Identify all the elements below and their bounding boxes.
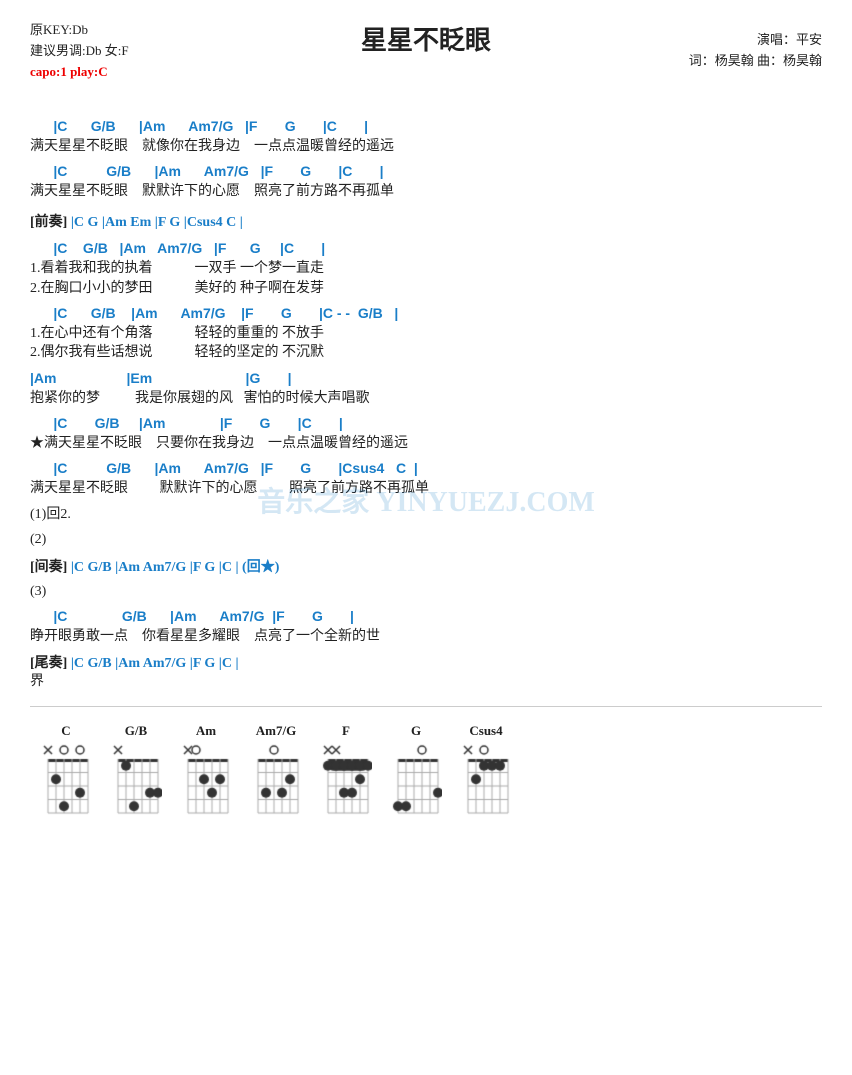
lyric-chorus-2: 满天星星不眨眼 默默许下的心愿 照亮了前方路不再孤单 <box>30 479 822 499</box>
section-chorus-2: |C G/B |Am Am7/G |F G |Csus4 C | 满天星星不眨眼… <box>30 459 822 498</box>
lyric-outro: 界 <box>30 672 822 692</box>
chord-line-intro-2: |C G/B |Am Am7/G |F G |C | <box>30 162 822 182</box>
section-am: |Am |Em |G | 抱紧你的梦 我是你展翅的风 害怕的时候大声唱歌 <box>30 369 822 408</box>
credits: 词：杨昊翰 曲：杨昊翰 <box>689 51 822 72</box>
repeat-2-text: (2) <box>30 530 822 550</box>
interlude-label: [间奏] |C G/B |Am Am7/G |F G |C | (回★) <box>30 556 822 576</box>
lyric-verse-2b: 2.偶尔我有些话想说 轻轻的坚定的 不沉默 <box>30 343 822 363</box>
chord-bridge: |C G/B |Am Am7/G |F G | <box>30 607 822 627</box>
chord-grid-C <box>40 743 92 817</box>
chord-name-Csus4: Csus4 <box>469 723 502 739</box>
section-prelude: [前奏] |C G |Am Em |F G |Csus4 C | <box>30 211 822 231</box>
capo-info: capo:1 play:C <box>30 62 129 83</box>
chord-name-Am: Am <box>196 723 216 739</box>
outro-label: [尾奏] |C G/B |Am Am7/G |F G |C | <box>30 652 822 672</box>
chord-diagram-F: F <box>320 723 372 817</box>
chord-diagram-Am7G: Am7/G <box>250 723 302 817</box>
chord-grid-GB <box>110 743 162 817</box>
chord-name-C: C <box>61 723 70 739</box>
chord-name-F: F <box>342 723 350 739</box>
repeat-1-text: (1)回2. <box>30 505 822 525</box>
lyric-verse-1b: 2.在胸口小小的梦田 美好的 种子啊在发芽 <box>30 279 822 299</box>
original-key: 原KEY:Db <box>30 20 129 41</box>
chord-line-intro-1: |C G/B |Am Am7/G |F G |C | <box>30 117 822 137</box>
section-intro-2: |C G/B |Am Am7/G |F G |C | 满天星星不眨眼 默默许下的… <box>30 162 822 201</box>
chord-diagram-Csus4: Csus4 <box>460 723 512 817</box>
lyric-line-intro-1: 满天星星不眨眼 就像你在我身边 一点点温暖曾经的遥远 <box>30 137 822 157</box>
lyric-am: 抱紧你的梦 我是你展翅的风 害怕的时候大声唱歌 <box>30 389 822 409</box>
chord-grid-Am <box>180 743 232 817</box>
suggest-key: 建议男调:Db 女:F <box>30 41 129 62</box>
lyric-bridge: 睁开眼勇敢一点 你看星星多耀眼 点亮了一个全新的世 <box>30 627 822 647</box>
chord-verse-2: |C G/B |Am Am7/G |F G |C - - G/B | <box>30 304 822 324</box>
lyric-verse-2a: 1.在心中还有个角落 轻轻的重重的 不放手 <box>30 324 822 344</box>
chord-diagram-Am: Am <box>180 723 232 817</box>
chord-name-GB: G/B <box>125 723 147 739</box>
chord-am: |Am |Em |G | <box>30 369 822 389</box>
chord-grid-Am7G <box>250 743 302 817</box>
repeat-3-text: (3) <box>30 582 822 602</box>
prelude-label: [前奏] |C G |Am Em |F G |Csus4 C | <box>30 211 822 231</box>
chord-chorus-1: |C G/B |Am |F G |C | <box>30 414 822 434</box>
page: 音乐之家 YINYUEZJ.COM 原KEY:Db 建议男调:Db 女:F ca… <box>0 0 852 1075</box>
chord-diagrams: C G/B Am Am7/G F <box>30 723 822 817</box>
main-content: |C G/B |Am Am7/G |F G |C | 满天星星不眨眼 就像你在我… <box>30 117 822 817</box>
lyric-verse-1a: 1.看着我和我的执着 一双手 一个梦一直走 <box>30 259 822 279</box>
chord-grid-Csus4 <box>460 743 512 817</box>
chord-diagram-G: G <box>390 723 442 817</box>
chord-chorus-2: |C G/B |Am Am7/G |F G |Csus4 C | <box>30 459 822 479</box>
section-divider <box>30 706 822 707</box>
chord-grid-G <box>390 743 442 817</box>
section-intro-1: |C G/B |Am Am7/G |F G |C | 满天星星不眨眼 就像你在我… <box>30 117 822 156</box>
section-outro: [尾奏] |C G/B |Am Am7/G |F G |C | 界 <box>30 652 822 692</box>
lyric-chorus-1: ★满天星星不眨眼 只要你在我身边 一点点温暖曾经的遥远 <box>30 434 822 454</box>
section-interlude: [间奏] |C G/B |Am Am7/G |F G |C | (回★) <box>30 556 822 576</box>
performer: 演唱：平安 <box>689 30 822 51</box>
chord-diagram-C: C <box>40 723 92 817</box>
chord-grid-F <box>320 743 372 817</box>
lyric-line-intro-2: 满天星星不眨眼 默默许下的心愿 照亮了前方路不再孤单 <box>30 182 822 202</box>
section-chorus-1: |C G/B |Am |F G |C | ★满天星星不眨眼 只要你在我身边 一点… <box>30 414 822 453</box>
repeat-2: (2) <box>30 530 822 550</box>
section-verse-2: |C G/B |Am Am7/G |F G |C - - G/B | 1.在心中… <box>30 304 822 363</box>
section-verse: |C G/B |Am Am7/G |F G |C | 1.看着我和我的执着 一双… <box>30 239 822 298</box>
repeat-3: (3) <box>30 582 822 602</box>
chord-diagram-GB: G/B <box>110 723 162 817</box>
chord-verse-1: |C G/B |Am Am7/G |F G |C | <box>30 239 822 259</box>
section-bridge: |C G/B |Am Am7/G |F G | 睁开眼勇敢一点 你看星星多耀眼 … <box>30 607 822 646</box>
repeat-1: (1)回2. <box>30 505 822 525</box>
meta-left: 原KEY:Db 建议男调:Db 女:F capo:1 play:C <box>30 20 129 82</box>
meta-right: 演唱：平安 词：杨昊翰 曲：杨昊翰 <box>689 30 822 72</box>
chord-name-G: G <box>411 723 421 739</box>
chord-name-Am7G: Am7/G <box>256 723 296 739</box>
